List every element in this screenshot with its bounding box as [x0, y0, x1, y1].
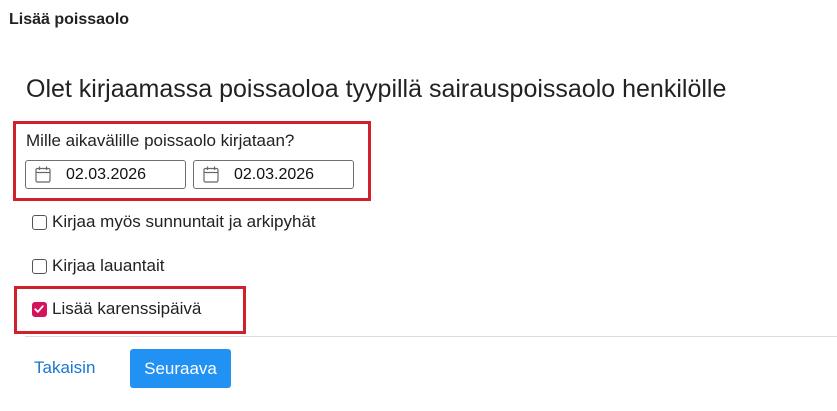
divider	[25, 336, 837, 337]
next-button[interactable]: Seuraava	[130, 349, 231, 388]
end-date-input[interactable]: 02.03.2026	[193, 160, 354, 189]
include-saturdays-option[interactable]: Kirjaa lauantait	[32, 256, 164, 276]
start-date-value: 02.03.2026	[66, 165, 147, 183]
checkmark-icon	[34, 304, 44, 313]
include-sundays-checkbox[interactable]	[32, 214, 47, 230]
include-sundays-option[interactable]: Kirjaa myös sunnuntait ja arkipyhät	[32, 212, 316, 232]
include-saturdays-checkbox[interactable]	[32, 258, 47, 274]
back-button[interactable]: Takaisin	[34, 358, 95, 378]
date-range-question: Mille aikavälille poissaolo kirjataan?	[26, 131, 295, 150]
add-waiting-day-label: Lisää karenssipäivä	[52, 299, 202, 318]
include-saturdays-label: Kirjaa lauantait	[52, 256, 165, 275]
next-button-label: Seuraava	[144, 358, 217, 378]
include-sundays-label: Kirjaa myös sunnuntait ja arkipyhät	[52, 212, 316, 231]
page-headline: Olet kirjaamassa poissaoloa tyypillä sai…	[26, 75, 727, 103]
calendar-icon	[203, 166, 219, 183]
dialog-title: Lisää poissaolo	[9, 11, 130, 28]
add-absence-dialog: Lisää poissaolo Olet kirjaamassa poissao…	[0, 0, 837, 411]
add-waiting-day-option[interactable]: Lisää karenssipäivä	[32, 299, 201, 319]
start-date-input[interactable]: 02.03.2026	[25, 160, 186, 189]
calendar-icon	[35, 166, 51, 183]
add-waiting-day-checkbox[interactable]	[32, 301, 47, 317]
end-date-value: 02.03.2026	[234, 165, 315, 183]
